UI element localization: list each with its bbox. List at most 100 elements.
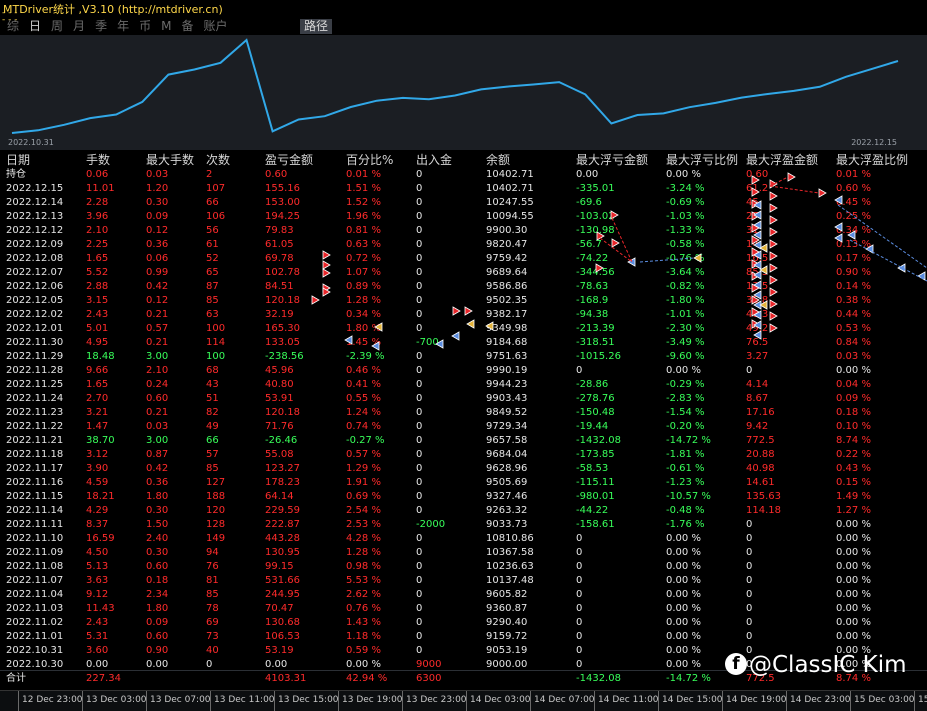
tab-3[interactable]: 月: [68, 19, 90, 34]
axis-divider: [18, 691, 19, 711]
table-row[interactable]: 2022.12.12 2.10 0.12 56 79.83 0.81 % 0 9900.30 -…: [0, 224, 927, 238]
column-header[interactable]: 日期: [6, 152, 30, 168]
table-row[interactable]: 2022.12.01 5.01 0.57 100 165.30 1.80 % 0 9349.9…: [0, 322, 927, 336]
table-row[interactable]: 2022.11.22 1.47 0.03 49 71.76 0.74 % 0 9729.34 -…: [0, 420, 927, 434]
table-row[interactable]: 2022.12.06 2.88 0.42 87 84.51 0.89 % 0 9586.86 -…: [0, 280, 927, 294]
table-row[interactable]: 2022.12.09 2.25 0.36 61 61.05 0.63 % 0 9820.47 -…: [0, 238, 927, 252]
table-row[interactable]: 2022.11.11 8.37 1.50 128 222.87 2.53 % -2000 90…: [0, 518, 927, 532]
table-row[interactable]: 2022.11.29 18.48 3.00 100 -238.56 -2.39 % 0 975…: [0, 350, 927, 364]
table-cell: 0.21: [146, 337, 169, 348]
axis-divider: [658, 691, 659, 711]
table-cell: 3.12: [86, 449, 109, 460]
table-row[interactable]: 2022.11.23 3.21 0.21 82 120.18 1.24 % 0 9849.52…: [0, 406, 927, 420]
column-header[interactable]: 盈亏金额: [265, 152, 313, 168]
table-cell: 9159.72: [486, 631, 528, 642]
table-row[interactable]: 2022.11.02 2.43 0.09 69 130.68 1.43 % 0 9290.40…: [0, 616, 927, 630]
tab-6[interactable]: 币: [134, 19, 156, 34]
table-row[interactable]: 2022.12.15 11.01 1.20 107 155.16 1.51 % 0 10402…: [0, 182, 927, 196]
tab-7[interactable]: M: [156, 19, 176, 34]
table-row[interactable]: 2022.11.24 2.70 0.60 51 53.91 0.55 % 0 9903.43 -…: [0, 392, 927, 406]
table-row[interactable]: 2022.11.01 5.31 0.60 73 106.53 1.18 % 0 9159.72…: [0, 630, 927, 644]
table-cell: 0: [416, 547, 423, 558]
table-cell: 14: [746, 239, 759, 250]
table-cell: 149: [206, 533, 226, 544]
table-cell: 55.08: [265, 449, 294, 460]
table-cell: 10094.55: [486, 211, 534, 222]
axis-tick-label: 13 Dec 03:00: [86, 695, 147, 705]
table-row[interactable]: 2022.12.07 5.52 0.99 65 102.78 1.07 % 0 9689.64…: [0, 266, 927, 280]
table-cell: 2022.12.12: [6, 225, 64, 236]
table-cell: 1.45 %: [346, 337, 381, 348]
table-cell: 2022.11.15: [6, 491, 64, 502]
table-cell: 443.28: [265, 533, 300, 544]
tab-1[interactable]: 日: [24, 19, 46, 34]
table-cell: 0.15 %: [836, 477, 871, 488]
table-cell: 2.10: [146, 365, 169, 376]
table-cell: 0.00 %: [836, 631, 871, 642]
tab-0[interactable]: 综: [2, 19, 24, 34]
table-row[interactable]: 2022.12.08 1.65 0.06 52 69.78 0.72 % 0 9759.42 -…: [0, 252, 927, 266]
table-cell: 0.00 %: [666, 169, 701, 180]
table-cell: 0: [746, 533, 753, 544]
tab-4[interactable]: 季: [90, 19, 112, 34]
table-cell: 0: [416, 239, 423, 250]
table-cell: 0: [746, 519, 753, 530]
table-cell: 0.60: [265, 169, 288, 180]
table-cell: 2022.11.08: [6, 561, 64, 572]
equity-line: [11, 38, 899, 134]
column-header[interactable]: 最大浮盈比例: [836, 152, 908, 168]
column-header[interactable]: 余额: [486, 152, 510, 168]
table-cell: 0.43 %: [836, 463, 871, 474]
column-header[interactable]: 手数: [86, 152, 110, 168]
table-cell: -1.81 %: [666, 449, 705, 460]
tab-5[interactable]: 年: [112, 19, 134, 34]
table-cell: 0.03 %: [836, 351, 871, 362]
tab-2[interactable]: 周: [46, 19, 68, 34]
table-row[interactable]: 2022.12.02 2.43 0.21 63 32.19 0.34 % 0 9382.17 -…: [0, 308, 927, 322]
column-header[interactable]: 最大浮盈金额: [746, 152, 818, 168]
table-cell: 0.00 %: [666, 645, 701, 656]
table-row[interactable]: 2022.11.14 4.29 0.30 120 229.59 2.54 % 0 9263.3…: [0, 504, 927, 518]
table-cell: 0.18 %: [836, 407, 871, 418]
table-row[interactable]: 2022.11.28 9.66 2.10 68 45.96 0.46 % 0 9990.19 0…: [0, 364, 927, 378]
table-row[interactable]: 2022.11.17 3.90 0.42 85 123.27 1.29 % 0 9628.96…: [0, 462, 927, 476]
table-row[interactable]: 2022.11.03 11.43 1.80 78 70.47 0.76 % 0 9360.87…: [0, 602, 927, 616]
table-row[interactable]: 2022.11.07 3.63 0.18 81 531.66 5.53 % 0 10137.4…: [0, 574, 927, 588]
table-row[interactable]: 2022.11.30 4.95 0.21 114 133.05 1.45 % -700 918…: [0, 336, 927, 350]
column-header[interactable]: 次数: [206, 152, 230, 168]
table-row[interactable]: 2022.12.05 3.15 0.12 85 120.18 1.28 % 0 9502.35…: [0, 294, 927, 308]
table-row[interactable]: 2022.12.13 3.96 0.09 106 194.25 1.96 % 0 10094.…: [0, 210, 927, 224]
table-cell: 0.00 %: [836, 603, 871, 614]
table-row[interactable]: 2022.11.04 9.12 2.34 85 244.95 2.62 % 0 9605.82…: [0, 588, 927, 602]
tab-8[interactable]: 备: [176, 19, 198, 34]
table-row[interactable]: 持仓 0.06 0.03 2 0.60 0.01 % 0 10402.71 0.00 0.00 %…: [0, 168, 927, 182]
column-header[interactable]: 最大手数: [146, 152, 194, 168]
table-row[interactable]: 2022.11.09 4.50 0.30 94 130.95 1.28 % 0 10367.5…: [0, 546, 927, 560]
column-header[interactable]: 百分比%: [346, 152, 393, 168]
table-cell: 0.69 %: [346, 491, 381, 502]
table-cell: -9.60 %: [666, 351, 705, 362]
table-row[interactable]: 2022.11.25 1.65 0.24 43 40.80 0.41 % 0 9944.23 -…: [0, 378, 927, 392]
table-row[interactable]: 2022.11.16 4.59 0.36 127 178.23 1.91 % 0 9505.6…: [0, 476, 927, 490]
axis-tick-label: 14 Dec 11:00: [598, 695, 659, 705]
column-header[interactable]: 最大浮亏比例: [666, 152, 738, 168]
table-cell: 0.38 %: [836, 295, 871, 306]
column-header[interactable]: 出入金: [416, 152, 452, 168]
column-header[interactable]: 最大浮亏金额: [576, 152, 648, 168]
table-row[interactable]: 2022.11.21 38.70 3.00 66 -26.46 -0.27 % 0 9657.…: [0, 434, 927, 448]
table-row[interactable]: 2022.11.08 5.13 0.60 76 99.15 0.98 % 0 10236.63…: [0, 560, 927, 574]
table-cell: 0.36: [146, 477, 169, 488]
axis-tick-label: 14 Dec 03:00: [470, 695, 531, 705]
table-row[interactable]: 2022.11.15 18.21 1.80 188 64.14 0.69 % 0 9327.4…: [0, 490, 927, 504]
route-button[interactable]: 路径: [300, 19, 333, 34]
table-cell: 3.21: [86, 407, 109, 418]
trading-terminal-window: MTDriver统计 ,V3.10 (http://mtdriver.cn) -…: [0, 0, 927, 711]
table-cell: 9053.19: [486, 645, 528, 656]
table-cell: -1.80 %: [666, 295, 705, 306]
table-cell: 9263.32: [486, 505, 528, 516]
table-row[interactable]: 2022.11.10 16.59 2.40 149 443.28 4.28 % 0 10810…: [0, 532, 927, 546]
tab-9[interactable]: 账户: [198, 19, 232, 34]
table-row[interactable]: 2022.12.14 2.28 0.30 66 153.00 1.52 % 0 10247.5…: [0, 196, 927, 210]
table-row[interactable]: 2022.11.18 3.12 0.87 57 55.08 0.57 % 0 9684.04 -…: [0, 448, 927, 462]
facebook-icon: f: [725, 653, 747, 675]
